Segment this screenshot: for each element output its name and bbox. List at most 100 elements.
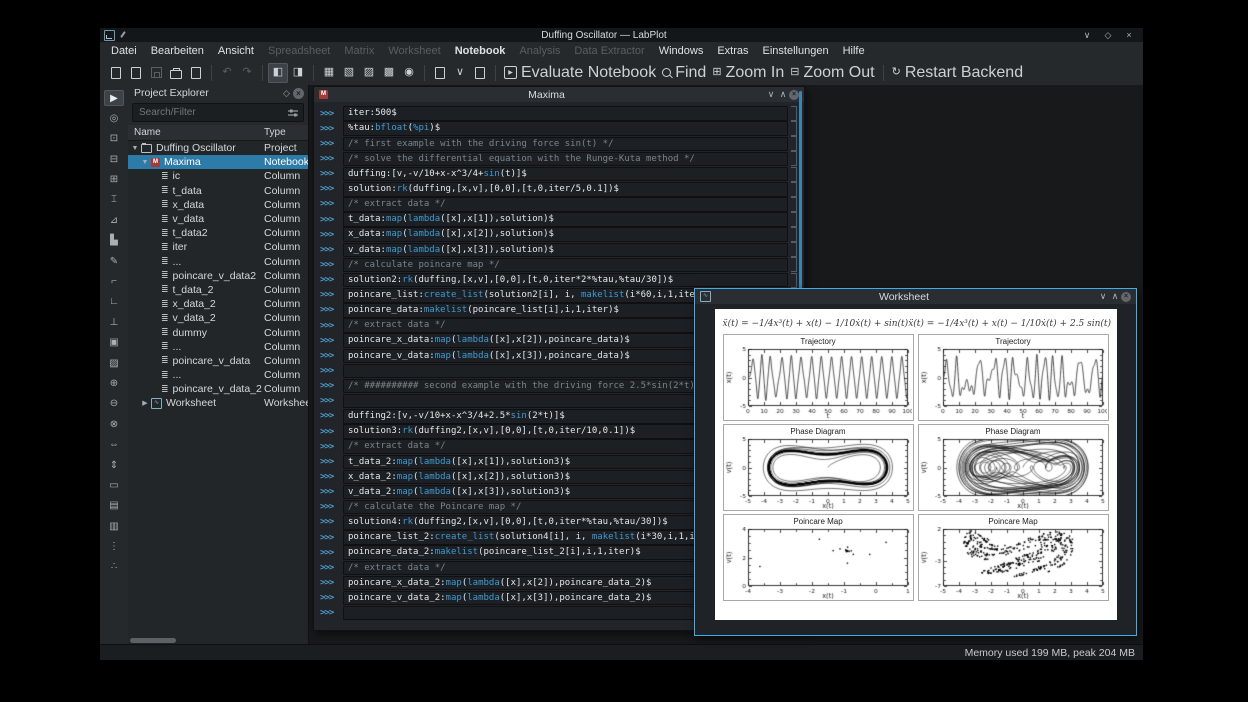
float-dock-icon[interactable]: ◇ [280, 88, 293, 99]
code-input-field[interactable]: t_data:map(lambda([x],x[1]),solution)$ [343, 212, 788, 227]
open-project-button[interactable] [126, 63, 146, 83]
minimize-button[interactable]: ∨ [1081, 30, 1093, 41]
select-y-region-icon[interactable]: ▥ [104, 518, 124, 534]
axis-vertical-icon[interactable]: ∟ [104, 294, 124, 310]
notebook-remove-results-button[interactable]: ▩ [379, 63, 399, 83]
more-tools-icon[interactable]: ⋮ [104, 539, 124, 555]
plot-canvas-poincare-2[interactable] [919, 527, 1107, 599]
histogram-icon[interactable]: ▙ [104, 233, 124, 249]
minimize-button[interactable]: ∨ [1097, 291, 1109, 302]
zoom-fit-width-icon[interactable]: ⇔ [104, 437, 124, 453]
restart-backend-button[interactable]: ↻ Restart Backend [889, 63, 1027, 83]
image-icon[interactable]: ▨ [104, 355, 124, 371]
plot-canvas-phase-2[interactable] [919, 437, 1107, 509]
zoom-fit-icon[interactable]: ⊗ [104, 416, 124, 432]
new-project-button[interactable] [106, 63, 126, 83]
zoom-y-select-icon[interactable]: ⊞ [104, 172, 124, 188]
draw-curve-icon[interactable]: ✎ [104, 253, 124, 269]
plot-canvas-trajectory-2[interactable] [919, 347, 1107, 419]
notebook-evaluate-entry-button[interactable]: ▦ [319, 63, 339, 83]
zoom-in-icon[interactable]: ⊕ [104, 375, 124, 391]
tree-item-v-data[interactable]: ≣ v_data Column [128, 212, 308, 226]
tree-item-dummy[interactable]: ≣ dummy Column [128, 325, 308, 339]
tree-item-x-data-2[interactable]: ≣ x_data_2 Column [128, 297, 308, 311]
code-input-field[interactable]: duffing:[v,-v/10+x-x^3/4+sin(t)]$ [343, 166, 788, 182]
plot-poincare-2[interactable]: Poincare Map [917, 514, 1109, 601]
search-input[interactable] [137, 106, 287, 119]
tree-item-poincare-v-data[interactable]: ≣ poincare_v_data Column [128, 354, 308, 368]
toggle-project-explorer-button[interactable]: ◧ [268, 62, 288, 83]
code-input-field[interactable]: /* solve the differential equation with … [343, 151, 788, 167]
menu-notebook[interactable]: Notebook [448, 45, 513, 57]
text-label-icon[interactable]: ▣ [104, 335, 124, 351]
column-header-type[interactable]: Type [264, 127, 308, 138]
column-header-name[interactable]: Name [128, 127, 264, 138]
tree-item-worksheet[interactable]: ▶∿ Worksheet Worksheet [128, 396, 308, 410]
zoom-x-select-icon[interactable]: ⊟ [104, 151, 124, 167]
tree-column-headers[interactable]: Name Type [128, 125, 308, 141]
code-input-field[interactable]: solution:rk(duffing,[x,v],[0,0],[t,0,ite… [343, 182, 788, 197]
tree-item-duffing-oscillator[interactable]: ▼ Duffing Oscillator Project [128, 141, 308, 155]
code-input-field[interactable]: /* extract data */ [343, 197, 788, 212]
zoom-select-icon[interactable]: ⊡ [104, 131, 124, 147]
find-button[interactable]: Find [659, 63, 709, 83]
menu-bearbeiten[interactable]: Bearbeiten [144, 45, 211, 57]
close-button[interactable]: × [1123, 30, 1135, 41]
tree-item-[interactable]: ≣... Column [128, 255, 308, 269]
plot-phase-2[interactable]: Phase Diagram [917, 424, 1109, 511]
maximize-button[interactable]: ◇ [1102, 30, 1114, 41]
code-input-field[interactable]: x_data:map(lambda([x],x[2]),solution)$ [343, 227, 788, 242]
maximize-button[interactable]: ∧ [1109, 291, 1121, 302]
cursor-line-icon[interactable]: ⌶ [104, 192, 124, 208]
print-preview-button[interactable] [186, 63, 206, 83]
plot-canvas-phase-1[interactable] [724, 437, 912, 509]
zoom-out-button[interactable]: ⊟ Zoom Out [787, 63, 877, 83]
expand-arrow-icon[interactable]: ▶ [140, 399, 150, 407]
select-mode-icon[interactable]: ▶ [104, 90, 124, 106]
tree-item-poincare-v-data2[interactable]: ≣ poincare_v_data2 Column [128, 269, 308, 283]
window-titlebar[interactable]: Duffing Oscillator — LabPlot ∨ ◇ × [100, 28, 1143, 42]
tree-item-t-data-2[interactable]: ≣ t_data_2 Column [128, 283, 308, 297]
code-input-field[interactable]: %tau:bfloat(%pi)$ [343, 121, 788, 136]
zoom-fit-height-icon[interactable]: ⇕ [104, 457, 124, 473]
close-button[interactable]: × [1121, 291, 1131, 302]
select-region-icon[interactable]: ▭ [104, 477, 124, 493]
axis-both-icon[interactable]: ⊥ [104, 314, 124, 330]
minimize-button[interactable]: ∨ [765, 89, 777, 100]
menu-datei[interactable]: Datei [104, 45, 144, 57]
menu-einstellungen[interactable]: Einstellungen [756, 45, 836, 57]
code-input-field[interactable]: /* calculate poincare map */ [343, 257, 788, 273]
arrange-icon[interactable]: ∴ [104, 559, 124, 575]
code-input-field[interactable]: /* first example with the driving force … [343, 136, 788, 152]
code-input-field[interactable]: iter:500$ [343, 106, 788, 121]
plot-phase-1[interactable]: Phase Diagram [722, 424, 914, 511]
close-dock-icon[interactable]: × [293, 87, 304, 99]
tree-item-maxima[interactable]: ▼ M Maxima Notebook [128, 155, 308, 170]
tree-item-[interactable]: ≣... Column [128, 340, 308, 354]
code-input-field[interactable]: v_data:map(lambda([x],x[3]),solution)$ [343, 242, 788, 258]
plot-trajectory-2[interactable]: Trajectory [917, 334, 1109, 421]
add-entry-button[interactable] [430, 63, 450, 83]
tree-item-poincare-v-data-2[interactable]: ≣ poincare_v_data_2 Column [128, 382, 308, 396]
collapse-arrow-icon[interactable]: ▼ [140, 159, 150, 166]
maximize-button[interactable]: ∧ [777, 89, 789, 100]
notebook-syntax-highlight-button[interactable]: ◉ [399, 63, 419, 83]
tree-item-[interactable]: ≣... Column [128, 368, 308, 382]
tree-item-iter[interactable]: ≣ iter Column [128, 240, 308, 254]
filter-options-icon[interactable] [287, 108, 299, 118]
evaluate-notebook-button[interactable]: ▶ Evaluate Notebook [501, 63, 659, 83]
zoom-out-icon[interactable]: ⊖ [104, 396, 124, 412]
menu-ansicht[interactable]: Ansicht [211, 45, 261, 57]
menu-hilfe[interactable]: Hilfe [836, 45, 872, 57]
axis-horizontal-icon[interactable]: ⌐ [104, 274, 124, 290]
entry-options-chevron[interactable]: ∨ [450, 63, 470, 83]
plot-trajectory-1[interactable]: Trajectory [722, 334, 914, 421]
tree-item-v-data-2[interactable]: ≣ v_data_2 Column [128, 311, 308, 325]
toggle-properties-explorer-button[interactable]: ◨ [288, 63, 308, 83]
notebook-expand-results-button[interactable]: ▧ [339, 63, 359, 83]
collapse-arrow-icon[interactable]: ▼ [130, 145, 140, 152]
crosshair-mode-icon[interactable]: ◎ [104, 110, 124, 126]
project-explorer-header[interactable]: Project Explorer ◇ × [128, 85, 308, 101]
zoom-in-button[interactable]: ⊞ Zoom In [709, 63, 787, 83]
tree-item-x-data[interactable]: ≣ x_data Column [128, 198, 308, 212]
